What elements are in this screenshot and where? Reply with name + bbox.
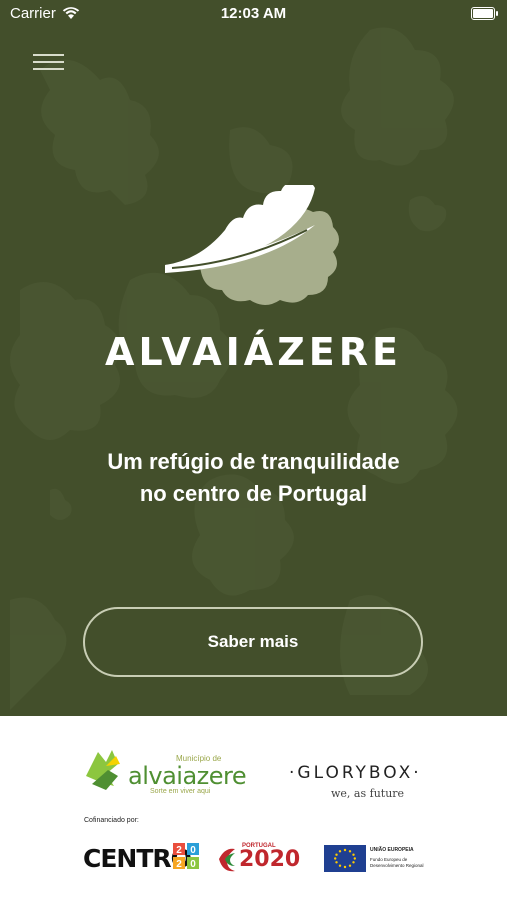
glorybox-logo: ·GLORYBOX·: [289, 763, 422, 783]
alvaiazere-logo-slogan: Sorte em viver aqui: [150, 788, 211, 795]
brand-title: ALVAIÁZERE: [105, 330, 402, 374]
centro-2020-digits: 2 0 2 0: [173, 843, 199, 870]
status-bar: Carrier 12:03 AM: [0, 0, 507, 28]
alvaiazere-logo-word: alvaiazere: [128, 762, 247, 790]
portugal-2020-big: 2020: [239, 847, 301, 872]
svg-text:2: 2: [176, 859, 182, 870]
alvaiazere-leaf-logo: [162, 185, 339, 305]
tagline-line-2: no centro de Portugal: [139, 481, 368, 506]
eu-flag-icon: [324, 845, 366, 872]
cofinanced-label: Cofinanciado por:: [84, 817, 139, 824]
svg-text:2: 2: [176, 845, 182, 856]
tagline-line-1: Um refúgio de tranquilidade: [107, 449, 400, 474]
saber-mais-label: Saber mais: [207, 632, 299, 651]
hero-section: Carrier 12:03 AM ALVAIÁZERE Um refúgio d…: [0, 0, 507, 716]
hamburger-icon: [33, 54, 64, 70]
eu-subtitle: Fundo Europeu de Desenvolvimento Regiona…: [370, 857, 424, 868]
saber-mais-button[interactable]: Saber mais: [83, 607, 423, 677]
svg-text:0: 0: [190, 859, 196, 870]
glorybox-slogan: we, as future: [331, 787, 405, 800]
svg-text:0: 0: [190, 845, 196, 856]
tagline: Um refúgio de tranquilidade no centro de…: [60, 446, 447, 510]
battery-icon: [471, 7, 498, 20]
status-time: 12:03 AM: [220, 5, 287, 22]
menu-button[interactable]: [33, 50, 65, 74]
eu-title: UNIÃO EUROPEIA: [370, 847, 414, 853]
